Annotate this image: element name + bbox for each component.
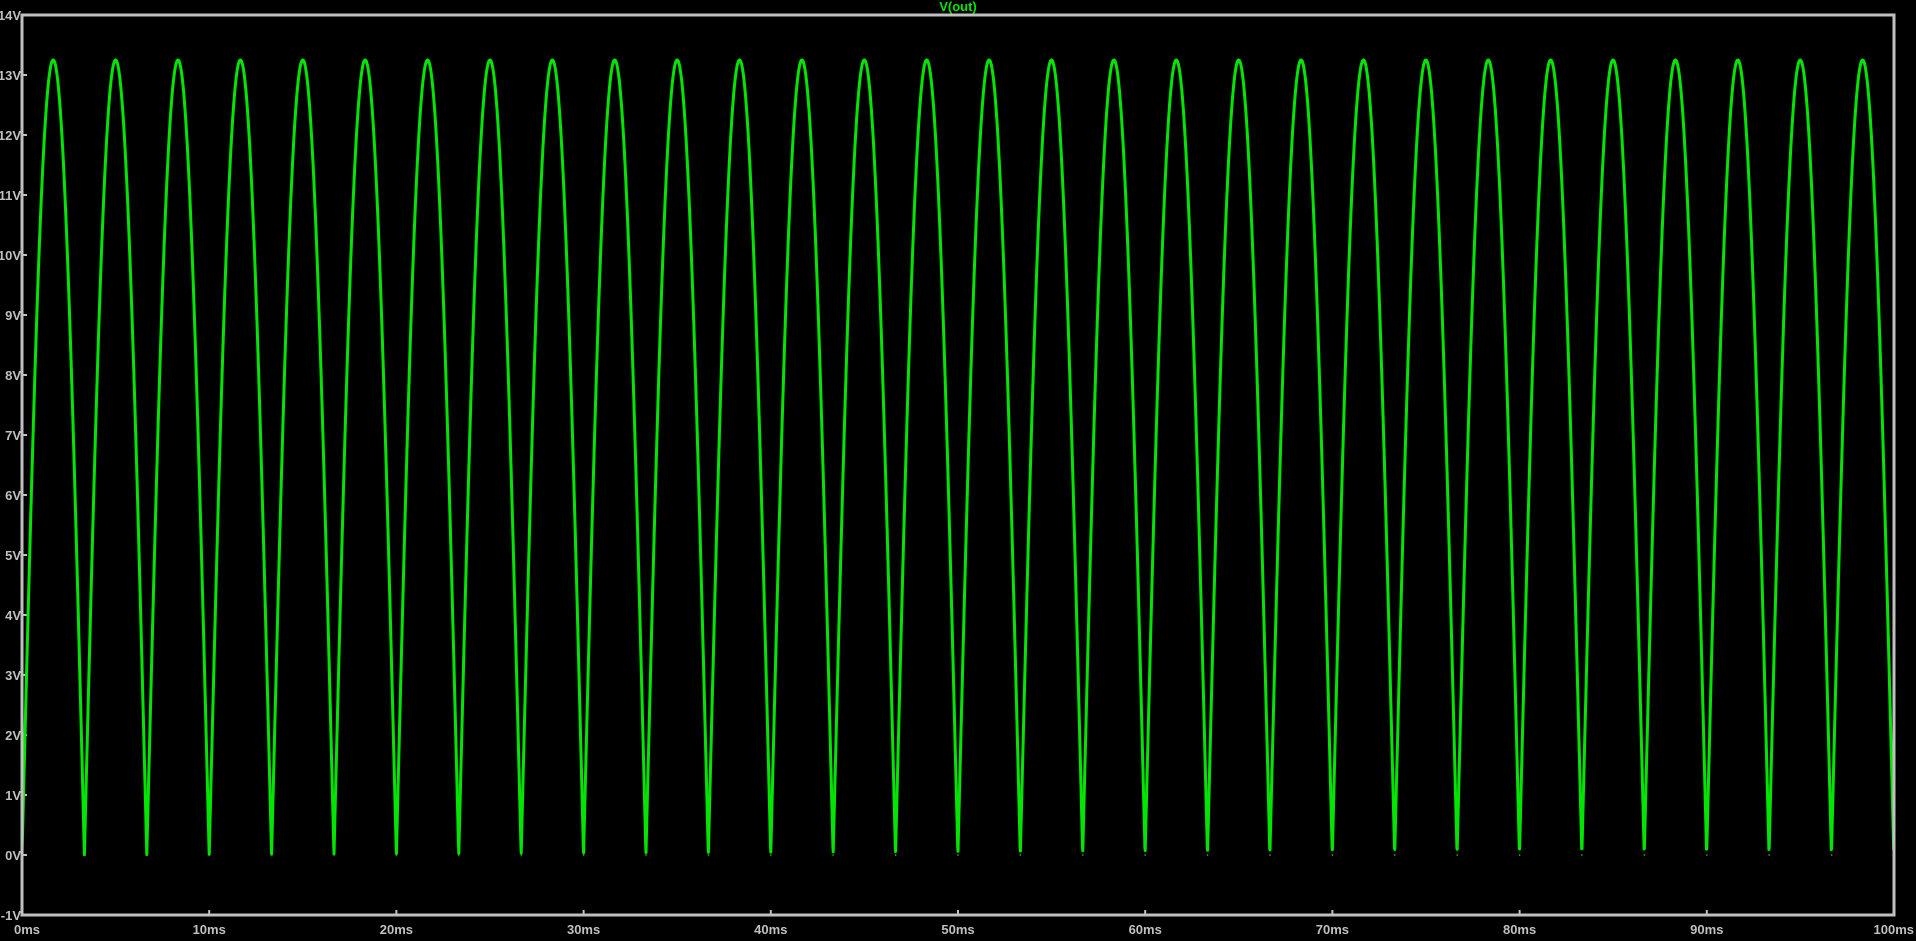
y-tick-label: 0V xyxy=(5,848,21,863)
trace-peak-point xyxy=(177,59,179,61)
trace-trough-point xyxy=(520,854,523,856)
trace-peak-point xyxy=(1425,59,1427,61)
trace-peak-point xyxy=(426,59,429,61)
trace-peak-point xyxy=(1113,59,1115,61)
trace-peak-point xyxy=(1861,59,1864,61)
trace-trough-point xyxy=(1331,854,1334,856)
y-tick-label: 10V xyxy=(0,248,21,263)
trace-trough-point xyxy=(1830,854,1833,856)
trace-trough-point xyxy=(832,854,834,856)
trace-trough-point xyxy=(707,854,710,856)
waveform-plot[interactable]: V(out) -1V 0V 1V 2V 3V 4V 5V 6V 7V 8V 9V 10V 11V 12V 1… xyxy=(0,0,1916,941)
trace-peak-point xyxy=(1612,59,1614,61)
trace-peak-point xyxy=(551,59,554,61)
y-tick-label: 8V xyxy=(5,368,21,383)
y-tick-label: 1V xyxy=(5,788,21,803)
trace-trough-point xyxy=(1393,854,1396,856)
trace-trough-point xyxy=(582,854,585,856)
trace-trough-point xyxy=(1019,854,1022,856)
trace-peak-point xyxy=(1175,59,1178,61)
y-tick-label: 12V xyxy=(0,128,21,143)
y-tick-label: 9V xyxy=(5,308,21,323)
trace-peak-point xyxy=(1050,59,1053,61)
trace-peak-point xyxy=(52,59,55,61)
y-tick-label: 4V xyxy=(5,608,21,623)
x-tick-label: 20ms xyxy=(380,922,413,937)
y-tick-label: 5V xyxy=(5,548,21,563)
y-tick-label: 14V xyxy=(0,8,21,23)
trace-peak-point xyxy=(676,59,678,61)
y-tick-label: 2V xyxy=(5,728,21,743)
trace-trough-point xyxy=(208,854,210,856)
y-tick-label: -1V xyxy=(1,908,22,923)
trace-trough-point xyxy=(1768,854,1770,856)
trace-trough-point xyxy=(1706,854,1708,856)
trace-peak-point xyxy=(863,59,866,61)
trace-trough-point xyxy=(645,854,647,856)
x-tick-label: 60ms xyxy=(1129,922,1162,937)
x-tick-label: 90ms xyxy=(1690,922,1723,937)
trace-peak-point xyxy=(1362,59,1365,61)
trace-trough-point xyxy=(1206,854,1209,856)
trace-trough-point xyxy=(1144,854,1146,856)
trace-trough-point xyxy=(395,854,398,856)
trace-trough-point xyxy=(957,854,959,856)
x-tick-label: 30ms xyxy=(567,922,600,937)
trace-peak-point xyxy=(614,59,616,61)
trace-trough-point xyxy=(1082,854,1084,856)
x-tick-label: 80ms xyxy=(1503,922,1536,937)
trace-peak-point xyxy=(114,59,117,61)
trace-trough-point xyxy=(270,854,273,856)
trace-peak-point xyxy=(364,59,366,61)
x-tick-label: 40ms xyxy=(754,922,787,937)
trace-trough-point xyxy=(1581,854,1583,856)
y-tick-label: 3V xyxy=(5,668,21,683)
y-tick-label: 6V xyxy=(5,488,21,503)
trace-peak-point xyxy=(239,59,242,61)
x-tick-label: 0ms xyxy=(14,922,40,937)
x-tick-label: 70ms xyxy=(1316,922,1349,937)
trace-peak-point xyxy=(1487,59,1490,61)
trace-trough-point xyxy=(1643,854,1646,856)
trace-peak-point xyxy=(1550,59,1552,61)
trace-peak-point xyxy=(1300,59,1302,61)
trace-trough-point xyxy=(1518,854,1521,856)
trace-trough-point xyxy=(83,854,86,856)
trace-peak-point xyxy=(988,59,991,61)
trace-title-vout[interactable]: V(out) xyxy=(939,0,977,14)
trace-trough-point xyxy=(146,854,148,856)
x-tick-label: 10ms xyxy=(193,922,226,937)
x-tick-label: 100ms xyxy=(1874,922,1914,937)
trace-peak-point xyxy=(1799,59,1802,61)
trace-peak-point xyxy=(801,59,803,61)
trace-trough-point xyxy=(457,854,460,856)
trace-peak-point xyxy=(1737,59,1739,61)
trace-peak-point xyxy=(1674,59,1677,61)
y-tick-label: 7V xyxy=(5,428,21,443)
trace-peak-point xyxy=(1238,59,1240,61)
trace-peak-point xyxy=(302,59,304,61)
trace-trough-point xyxy=(1456,854,1459,856)
trace-trough-point xyxy=(1269,854,1271,856)
trace-peak-point xyxy=(489,59,491,61)
trace-trough-point xyxy=(894,854,897,856)
trace-peak-point xyxy=(738,59,741,61)
y-tick-label: 11V xyxy=(0,188,21,203)
trace-trough-point xyxy=(770,854,772,856)
trace-trough-point xyxy=(333,854,335,856)
x-tick-label: 50ms xyxy=(941,922,974,937)
y-tick-label: 13V xyxy=(0,68,21,83)
trace-peak-point xyxy=(925,59,928,61)
